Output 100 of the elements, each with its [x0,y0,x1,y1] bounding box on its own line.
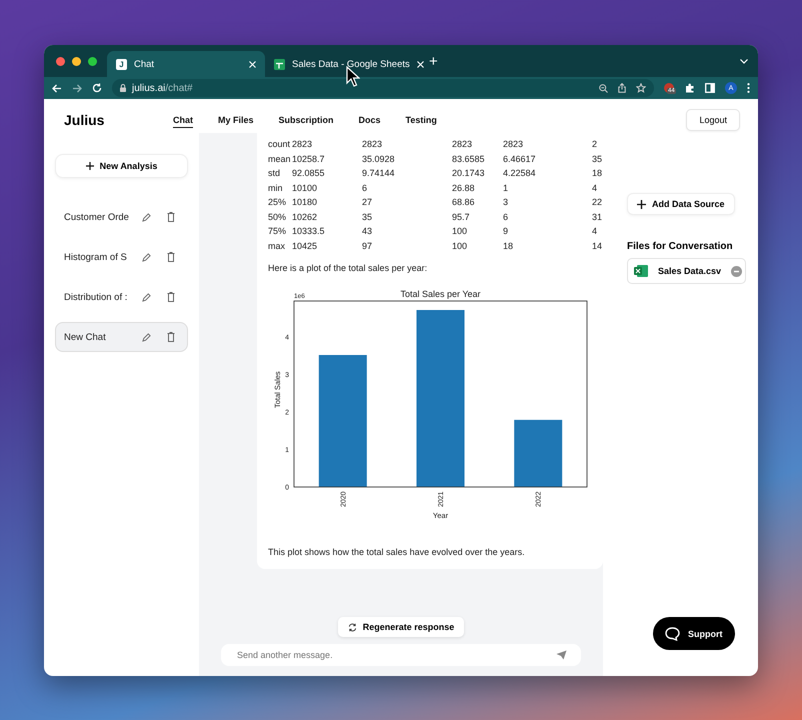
add-data-source-button[interactable]: Add Data Source [627,193,735,215]
zoom-out-icon[interactable] [599,84,608,92]
table-cell-text: 10258.7 [292,152,326,166]
message-field[interactable]: Send another message. [235,649,556,661]
nav-link[interactable]: Testing [406,112,437,128]
new-analysis-button[interactable]: New Analysis [55,154,188,178]
table-cell-text: 18 [592,167,604,180]
close-tab-icon[interactable] [249,60,256,68]
table-cell-text: 35 [592,152,604,166]
refresh-icon [348,622,357,632]
pencil-icon[interactable] [142,292,151,302]
table-cell-text: 100 [452,240,468,252]
table-cell-text: 10333.5 [292,225,326,238]
table-cell-text: 6.46617 [503,152,537,166]
nav-link[interactable]: Chat [173,112,193,128]
file-chip[interactable]: Sales Data.csv [627,258,746,284]
trash-icon[interactable] [167,292,175,302]
table-cell-text: 2 [592,138,598,151]
pencil-icon[interactable] [142,332,151,342]
table-cell-text: 97 [362,240,374,252]
puzzle-icon[interactable] [685,83,695,93]
address-bar[interactable]: julius.ai/chat# [112,79,654,97]
message-text: This plot shows how the total sales have evolved over the years. [268,547,526,557]
chat-bubble-icon [665,626,680,640]
table-cell-text: 9.74144 [362,167,396,180]
stat-label: mean [268,152,292,166]
remove-icon[interactable] [731,266,742,276]
table-cell-text: 2823 [503,138,524,151]
message-text: Here is a plot of the total sales per year: [268,263,428,273]
trash-icon[interactable] [167,252,175,262]
back-icon[interactable] [52,84,62,92]
trash-icon[interactable] [167,332,175,342]
browser-tab[interactable]: J Chat [107,51,265,77]
pencil-icon[interactable] [142,252,151,262]
browser-tab[interactable]: Sales Data - Google Sheets [265,51,423,77]
pencil-icon[interactable] [142,212,151,222]
stat-label: max [268,240,286,252]
table-cell-text: 22 [592,196,604,209]
table-cell-text: 9 [503,225,510,238]
section-heading: Files for Conversation [627,241,733,252]
table-cell-text: 20.1743 [452,167,486,180]
table-cell-text: 31 [592,210,604,224]
chat-item[interactable]: Customer Orde [55,202,188,232]
plus-icon [637,200,646,208]
logout-button[interactable]: Logout [686,109,740,131]
table-cell-text: 35.0928 [362,152,396,166]
table-cell-text: 10262 [292,210,318,224]
message-bar[interactable]: Send another message. [221,644,581,666]
chart-title: Total Sales per Year [400,289,481,299]
close-tab-icon[interactable] [416,60,424,68]
regenerate-button[interactable]: Regenerate response [338,617,464,637]
table-cell-text: 100 [452,225,468,238]
new-tab-button[interactable]: + [429,52,438,70]
chat-item[interactable]: Histogram of S [55,242,188,272]
table-cell-text: 2823 [362,138,384,151]
minimize-window-button[interactable] [72,56,81,66]
maximize-window-button[interactable] [88,56,97,66]
more-icon[interactable] [747,83,750,93]
table-cell-text: 14 [592,240,604,252]
support-button[interactable]: Support [653,617,734,650]
trash-icon[interactable] [167,212,175,222]
table-cell-text: 18 [503,240,514,252]
table-cell-text: 2823 [292,138,314,151]
sidebar-icon[interactable] [705,83,715,93]
table-cell-text: 95.7 [452,210,471,224]
table-cell-text: 35 [362,210,374,224]
spreadsheet-icon [274,58,285,70]
chat-item[interactable]: New Chat [55,322,188,352]
nav-link[interactable]: Subscription [278,112,334,128]
chat-item[interactable]: Distribution of : [55,282,188,312]
spreadsheet-icon [634,264,648,278]
forward-icon[interactable] [72,84,82,92]
table-cell-text: 6 [503,210,510,224]
table-cell-text: 4.22584 [503,167,537,180]
table-cell-text: 68.86 [452,196,476,209]
nav-link[interactable]: My Files [218,112,254,128]
table-cell-text: 83.6585 [452,152,486,166]
nav-link[interactable]: Docs [358,112,381,128]
table-cell-text: 10100 [292,182,318,194]
table-cell-text: 92.0855 [292,167,326,180]
reload-icon[interactable] [92,83,102,93]
table-cell-text: 6 [362,182,368,194]
app-logo: Julius [64,112,106,128]
table-cell-text: 4 [592,182,598,194]
send-icon[interactable] [556,650,567,660]
stat-label: count [268,138,292,151]
close-window-button[interactable] [56,56,65,66]
share-icon[interactable] [618,83,626,93]
table-cell-text: 4 [592,225,598,238]
stat-label: 25% [268,196,288,209]
table-cell-text: 1 [503,182,510,194]
table-cell-text: 10425 [292,240,318,252]
table-cell-text: 27 [362,196,374,209]
stat-label: 75% [268,225,288,238]
star-icon[interactable] [636,83,646,93]
table-cell-text: 10180 [292,196,318,209]
table-cell-text: 26.88 [452,182,476,194]
site-icon: J [116,58,127,70]
chevron-down-icon[interactable] [740,58,748,64]
plus-icon [86,162,94,170]
